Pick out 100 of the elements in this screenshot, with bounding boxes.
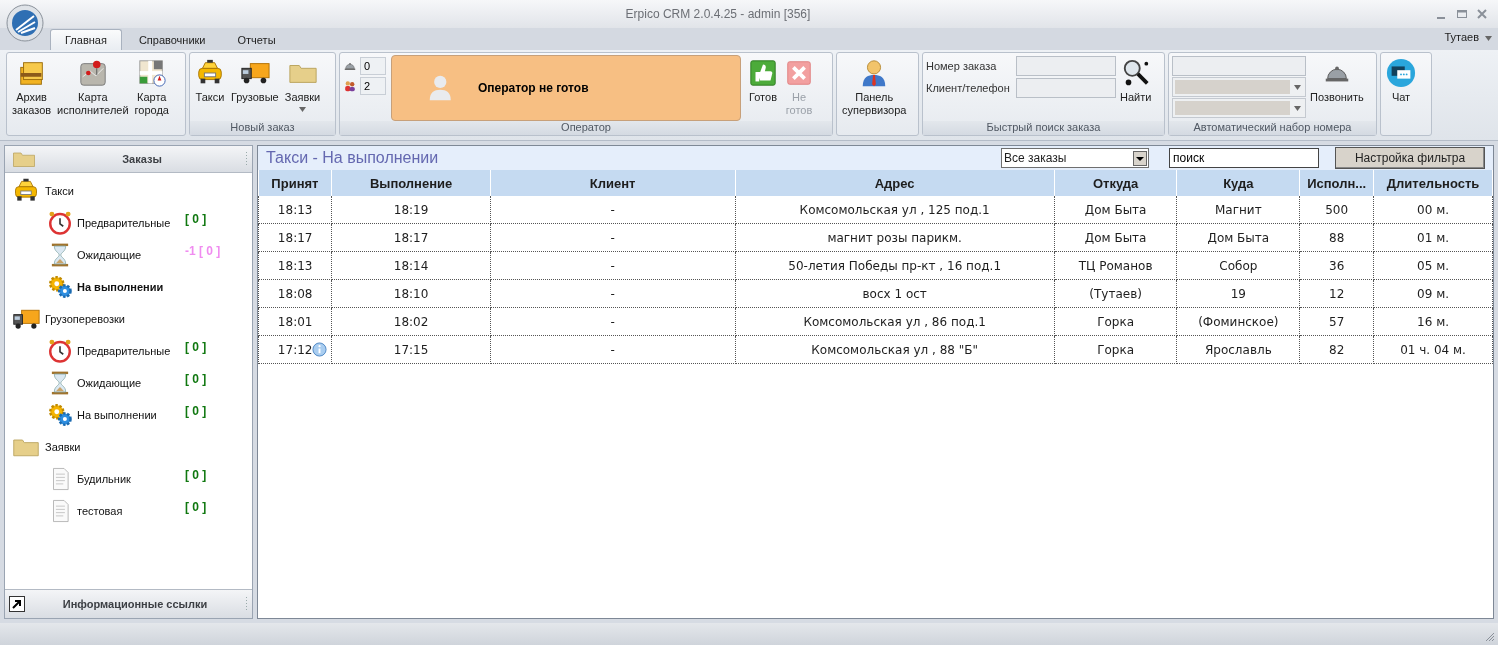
table-cell: 18:13 [277,258,313,273]
ribbon-button[interactable]: Грузовые [229,55,281,107]
info-icon[interactable] [312,342,327,357]
ribbon-button[interactable]: Архив заказов [10,55,54,120]
chat-icon [1386,58,1416,88]
table-cell: 18:02 [393,314,429,329]
table-cell: Горка [1097,342,1135,357]
group-label: Новый заказ [190,121,335,135]
ribbon-tab[interactable]: Отчеты [222,29,291,50]
table-cell: 57 [1329,314,1345,329]
caret-icon [1485,36,1492,41]
maximize-icon[interactable] [1456,8,1468,20]
table-cell: - [610,286,615,301]
filter-settings-button[interactable]: Настройка фильтра [1335,147,1485,169]
resize-grip-icon [1485,632,1495,642]
caret-icon [1294,105,1301,111]
tree-item[interactable]: Грузоперевозки [45,313,149,325]
table-cell: (Тутаев) [1089,286,1142,301]
tree-item[interactable]: Такси [45,185,149,197]
combo-box[interactable] [1172,77,1306,97]
column-header[interactable]: Выполнение [331,170,491,196]
table-cell: Ярославль [1204,342,1272,357]
input-field[interactable] [1016,56,1116,76]
input-field[interactable] [1016,78,1116,98]
tree-item[interactable]: Предварительные [77,345,181,357]
gears-icon [47,402,73,428]
table-cell: 18:01 [277,314,313,329]
table-cell: - [610,230,615,245]
field-label: Номер заказа [926,60,998,72]
column-header[interactable]: Откуда [1054,170,1177,196]
item-count: [ 0 ] [185,372,207,386]
table-cell: 17:12 [277,342,313,357]
grip-icon [245,596,248,612]
gears-icon [47,274,73,300]
counter-field[interactable]: 2 [360,77,386,95]
table-cell: 18:14 [393,258,429,273]
item-count: [ 0 ] [185,340,207,354]
tree-item[interactable]: Ожидающие [77,377,181,389]
group-label: Быстрый поиск заказа [923,121,1164,135]
table-cell: магнит розы парикм. [827,230,962,245]
column-header[interactable]: Принят [258,170,332,196]
cross-icon [784,58,814,88]
column-header[interactable]: Куда [1177,170,1300,196]
table-cell: 01 ч. 04 м. [1400,342,1466,357]
table-cell: 19 [1230,286,1246,301]
column-header[interactable]: Адрес [735,170,1055,196]
thumbs-up-icon [748,58,778,88]
table-cell: 09 м. [1417,286,1450,301]
table-cell: 36 [1329,258,1345,273]
ribbon-button[interactable]: Найти [1118,55,1154,107]
column-header[interactable]: Клиент [490,170,735,196]
column-header[interactable]: Длительность [1373,170,1493,196]
table-cell: 18:08 [277,286,313,301]
ribbon-button[interactable]: Карта города [132,55,171,120]
ribbon-tab[interactable]: Главная [50,29,122,50]
tree-item[interactable]: Будильник [77,473,181,485]
grip-icon [245,151,248,167]
location-menu[interactable]: Тутаев [1444,31,1479,43]
table-cell: Комсомольская ул , 86 под.1 [803,314,986,329]
ribbon-button[interactable]: Готов [746,55,780,107]
table-cell: 05 м. [1417,258,1450,273]
table-cell: - [610,258,615,273]
item-count: [ 0 ] [185,468,207,482]
filter-dropdown[interactable]: Все заказы [1001,148,1149,168]
table-cell: - [610,314,615,329]
tree-item[interactable]: тестовая [77,505,181,517]
table-cell: - [610,342,615,357]
window-title: Erpico CRM 2.0.4.25 - admin [356] [624,7,812,21]
ribbon-button[interactable]: Заявки [282,55,323,115]
tree-item[interactable]: На выполнении [77,281,181,293]
table-cell: Дом Быта [1207,230,1270,245]
counter-field[interactable]: 0 [360,57,386,75]
table-cell: Комсомольская ул , 88 "Б" [811,342,979,357]
table-cell: 00 м. [1417,202,1450,217]
tree-item[interactable]: Заявки [45,441,149,453]
ribbon-tab[interactable]: Справочники [123,29,221,50]
input-field[interactable] [1172,56,1306,76]
column-header[interactable]: Исполн... [1299,170,1374,196]
table-cell: 17:15 [393,342,429,357]
tree-item[interactable]: Предварительные [77,217,181,229]
combo-box[interactable] [1172,98,1306,118]
table-cell: Комсомольская ул , 125 под.1 [799,202,990,217]
ribbon-button[interactable]: Позвонить [1308,55,1366,107]
field-label: Клиент/телефон [926,82,1011,94]
table-cell: Дом Быта [1084,202,1147,217]
item-count: [ 0 ] [185,404,207,418]
group-label: Оператор [340,121,832,135]
table-cell: 18:19 [393,202,429,217]
ribbon-button[interactable]: Такси [193,55,227,107]
caret-icon [299,107,306,112]
tree-item[interactable]: На выполнении [77,409,181,421]
caret-icon [1294,84,1301,90]
search-field[interactable]: поиск [1169,148,1319,168]
close-icon[interactable] [1476,8,1488,20]
table-cell: 18:13 [277,202,313,217]
table-cell: Горка [1097,314,1135,329]
tree-item[interactable]: Ожидающие [77,249,181,261]
item-count: [ 0 ] [185,500,207,514]
panel-title: Такси - На выполнении [266,149,440,167]
ribbon-button[interactable]: Карта исполнителей [55,55,131,120]
